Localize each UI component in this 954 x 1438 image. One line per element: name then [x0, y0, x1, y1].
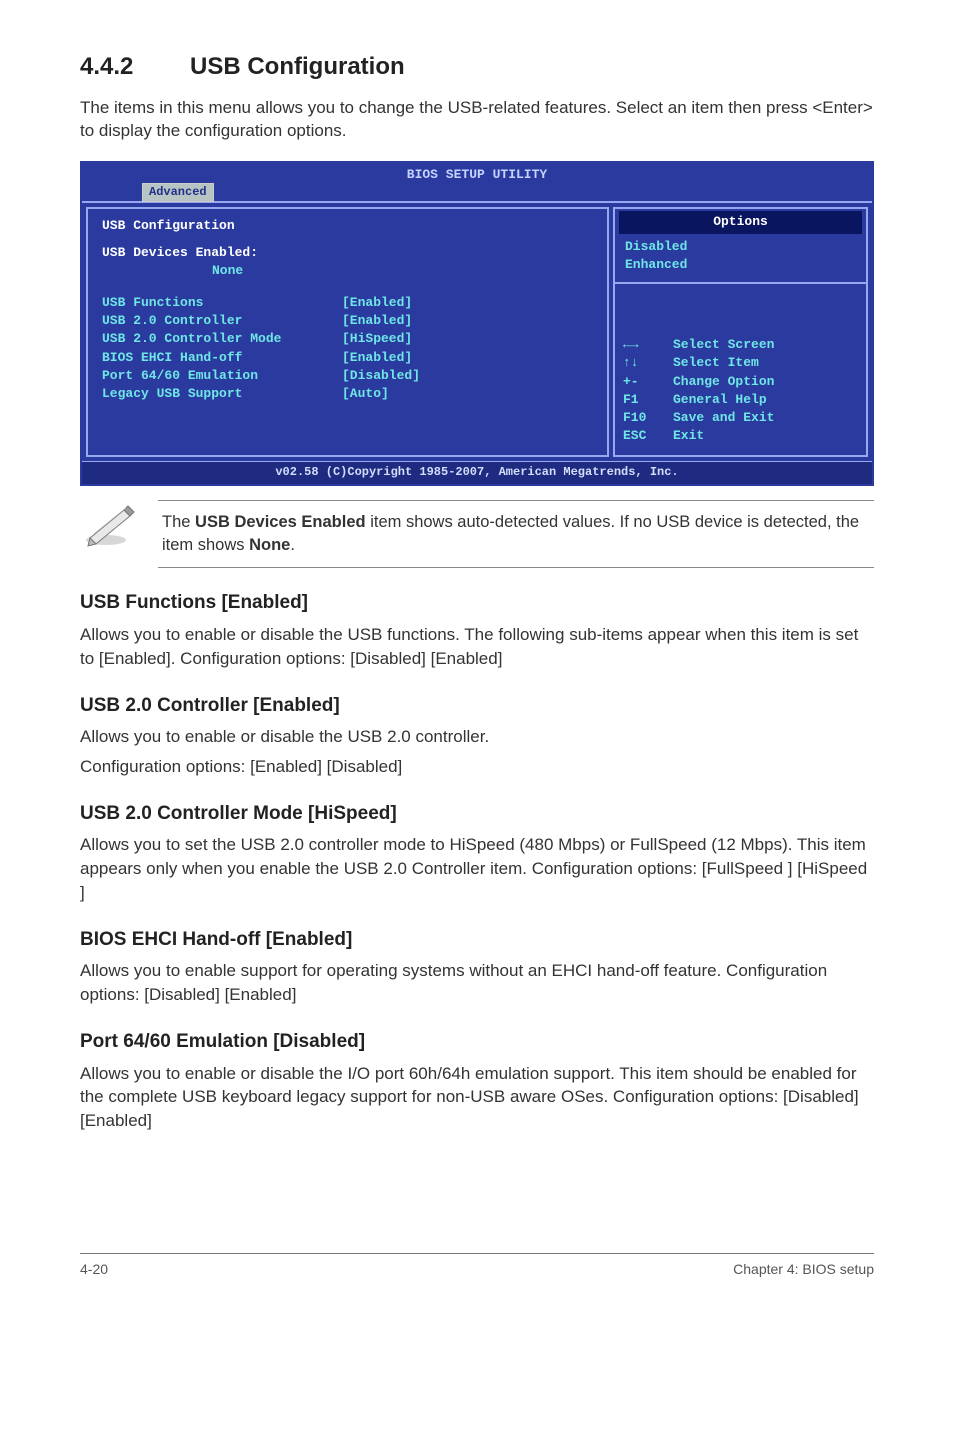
sub-usb20-controller-body2: Configuration options: [Enabled] [Disabl… — [80, 755, 874, 779]
bios-devices-value: None — [102, 262, 593, 280]
page-number: 4-20 — [80, 1260, 108, 1280]
chapter-label: Chapter 4: BIOS setup — [733, 1260, 874, 1280]
bios-devices-label: USB Devices Enabled: — [102, 244, 593, 262]
bios-option-disabled[interactable]: Disabled — [619, 238, 862, 256]
bios-help-select-item: ↑↓Select Item — [623, 354, 858, 372]
bios-item-label: Port 64/60 Emulation — [102, 367, 342, 385]
bios-left-heading: USB Configuration — [102, 217, 593, 235]
bios-help-text: Save and Exit — [673, 409, 774, 427]
bios-help-text: Select Screen — [673, 336, 774, 354]
bios-item-usb20-mode[interactable]: USB 2.0 Controller Mode [HiSpeed] — [102, 330, 593, 348]
bios-help-key: ↑↓ — [623, 354, 673, 372]
bios-help-select-screen: ←→Select Screen — [623, 336, 858, 354]
bios-item-label: USB 2.0 Controller — [102, 312, 342, 330]
bios-body: USB Configuration USB Devices Enabled: N… — [82, 201, 872, 461]
bios-title: BIOS SETUP UTILITY — [82, 163, 872, 185]
section-heading: 4.4.2USB Configuration — [80, 50, 874, 84]
bios-item-usb-functions[interactable]: USB Functions [Enabled] — [102, 294, 593, 312]
bios-help-key: ←→ — [623, 336, 673, 354]
bios-help-key: +- — [623, 373, 673, 391]
sub-ehci-body: Allows you to enable support for operati… — [80, 959, 874, 1007]
sub-usb-functions-title: USB Functions [Enabled] — [80, 590, 874, 617]
bios-help-text: Select Item — [673, 354, 759, 372]
bios-option-enhanced[interactable]: Enhanced — [619, 256, 862, 274]
sub-usb20-controller-body1: Allows you to enable or disable the USB … — [80, 725, 874, 749]
bios-item-value: [Enabled] — [342, 349, 412, 367]
bios-help-save-exit: F10Save and Exit — [623, 409, 858, 427]
bios-item-usb20-controller[interactable]: USB 2.0 Controller [Enabled] — [102, 312, 593, 330]
bios-options-header: Options — [619, 211, 862, 233]
section-number: 4.4.2 — [80, 50, 190, 84]
bios-item-ehci-handoff[interactable]: BIOS EHCI Hand-off [Enabled] — [102, 349, 593, 367]
bios-item-legacy-usb[interactable]: Legacy USB Support [Auto] — [102, 385, 593, 403]
bios-help-text: Change Option — [673, 373, 774, 391]
bios-item-label: Legacy USB Support — [102, 385, 342, 403]
section-intro: The items in this menu allows you to cha… — [80, 96, 874, 144]
bios-item-value: [HiSpeed] — [342, 330, 412, 348]
pencil-note-icon — [80, 500, 140, 548]
bios-tab-advanced[interactable]: Advanced — [142, 183, 214, 202]
bios-right-panel: Options Disabled Enhanced ←→Select Scree… — [613, 207, 868, 457]
bios-left-panel: USB Configuration USB Devices Enabled: N… — [86, 207, 609, 457]
bios-footer: v02.58 (C)Copyright 1985-2007, American … — [82, 461, 872, 484]
sub-usb20-mode-title: USB 2.0 Controller Mode [HiSpeed] — [80, 801, 874, 828]
bios-help-general-help: F1General Help — [623, 391, 858, 409]
bios-options-box: Options Disabled Enhanced — [613, 207, 868, 284]
note-text: The USB Devices Enabled item shows auto-… — [158, 500, 874, 568]
sub-ehci-title: BIOS EHCI Hand-off [Enabled] — [80, 927, 874, 954]
bios-item-label: BIOS EHCI Hand-off — [102, 349, 342, 367]
bios-item-value: [Enabled] — [342, 294, 412, 312]
bios-item-value: [Disabled] — [342, 367, 420, 385]
sub-port6460-body: Allows you to enable or disable the I/O … — [80, 1062, 874, 1133]
bios-help-text: Exit — [673, 427, 704, 445]
bios-item-port-6460[interactable]: Port 64/60 Emulation [Disabled] — [102, 367, 593, 385]
bios-screenshot: BIOS SETUP UTILITY Advanced USB Configur… — [80, 161, 874, 486]
note-bold-none: None — [249, 536, 290, 554]
note-block: The USB Devices Enabled item shows auto-… — [80, 500, 874, 568]
sub-usb20-controller-title: USB 2.0 Controller [Enabled] — [80, 693, 874, 720]
bios-help-change-option: +-Change Option — [623, 373, 858, 391]
bios-item-value: [Auto] — [342, 385, 389, 403]
bios-help-text: General Help — [673, 391, 767, 409]
sub-usb20-mode-body: Allows you to set the USB 2.0 controller… — [80, 833, 874, 904]
bios-help-exit: ESCExit — [623, 427, 858, 445]
bios-item-label: USB 2.0 Controller Mode — [102, 330, 342, 348]
bios-help-key: ESC — [623, 427, 673, 445]
bios-help-key: F10 — [623, 409, 673, 427]
bios-item-label: USB Functions — [102, 294, 342, 312]
sub-port6460-title: Port 64/60 Emulation [Disabled] — [80, 1029, 874, 1056]
sub-usb-functions-body: Allows you to enable or disable the USB … — [80, 623, 874, 671]
section-title: USB Configuration — [190, 53, 405, 80]
bios-help-key: F1 — [623, 391, 673, 409]
bios-item-value: [Enabled] — [342, 312, 412, 330]
note-bold-devices: USB Devices Enabled — [195, 513, 366, 531]
page-footer: 4-20 Chapter 4: BIOS setup — [80, 1253, 874, 1280]
bios-help-box: ←→Select Screen ↑↓Select Item +-Change O… — [613, 284, 868, 457]
